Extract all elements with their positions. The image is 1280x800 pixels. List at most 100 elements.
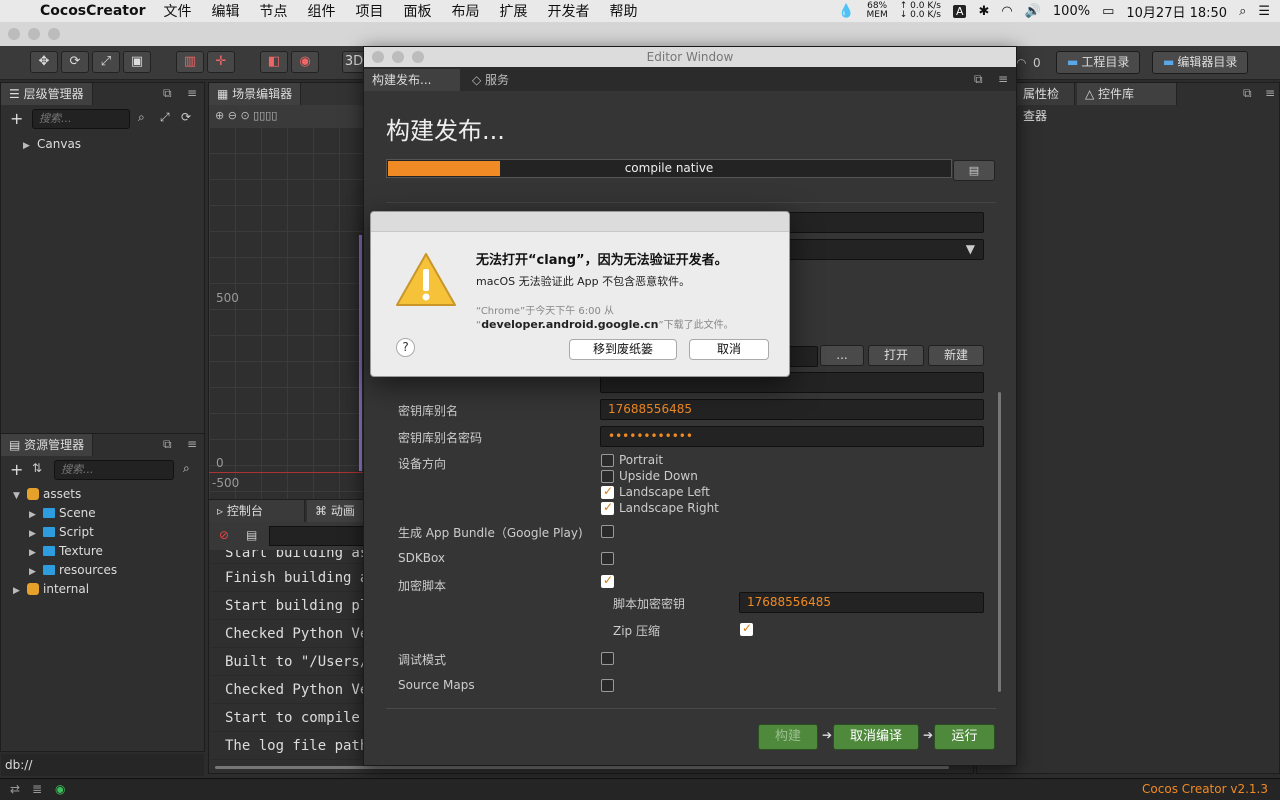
animation-tab[interactable]: ⌘ 动画编 xyxy=(307,500,367,540)
editor-dir-button[interactable]: ▬ 编辑器目录 xyxy=(1152,51,1249,74)
menu-layout[interactable]: 布局 xyxy=(451,1,479,21)
asset-folder-scene[interactable]: ▶ Scene xyxy=(29,504,96,523)
open-log-icon[interactable]: ▤ xyxy=(246,528,257,542)
project-dir-button[interactable]: ▬ 工程目录 xyxy=(1056,51,1141,74)
debug-checkbox[interactable] xyxy=(601,652,614,665)
pivot-local-icon[interactable]: ▥ xyxy=(176,51,204,73)
cancel-button[interactable]: 取消 xyxy=(689,339,769,360)
minimize-window-button[interactable] xyxy=(28,28,40,40)
menu-project[interactable]: 项目 xyxy=(355,1,383,21)
refresh-icon[interactable]: ⟳ xyxy=(181,110,191,124)
clear-console-icon[interactable]: ⊘ xyxy=(219,528,229,542)
widgets-tab[interactable]: △ 控件库 xyxy=(1077,83,1177,105)
landscape-left-checkbox[interactable] xyxy=(601,484,614,499)
scene-tab[interactable]: ▦ 场景编辑器 xyxy=(209,83,302,105)
close-window-button[interactable] xyxy=(372,51,384,63)
build-scrollbar[interactable] xyxy=(998,392,1001,692)
popout-icon[interactable]: ⧉ xyxy=(163,86,172,101)
clock[interactable]: 10月27日 18:50 xyxy=(1126,2,1227,21)
portrait-checkbox[interactable] xyxy=(601,454,614,467)
zoom-window-button[interactable] xyxy=(412,51,424,63)
expand-arrow-icon[interactable]: ▶ xyxy=(13,582,27,601)
browse-button[interactable]: ... xyxy=(820,345,864,366)
console-filter-input[interactable] xyxy=(269,526,369,546)
move-tool-icon[interactable]: ✥ xyxy=(30,51,58,73)
eye-icon[interactable]: ◉ xyxy=(55,782,65,796)
console-tab[interactable]: ▹ 控制台 xyxy=(209,500,305,522)
scene-viewport[interactable] xyxy=(209,127,369,503)
tab-build[interactable]: 构建发布... xyxy=(364,69,460,91)
close-window-button[interactable] xyxy=(8,28,20,40)
assets-tab[interactable]: ▤ 资源管理器 xyxy=(1,434,94,456)
encrypt-key-input[interactable]: 17688556485 xyxy=(739,592,984,613)
spotlight-search-icon[interactable]: ⌕ xyxy=(1239,4,1246,19)
encrypt-checkbox[interactable] xyxy=(601,573,614,588)
gizmo-icon[interactable]: ◉ xyxy=(291,51,319,73)
hierarchy-tab[interactable]: ☰ 层级管理器 xyxy=(1,83,93,105)
new-button[interactable]: 新建 xyxy=(928,345,984,366)
notification-center-icon[interactable]: ☰ xyxy=(1258,4,1270,19)
add-node-icon[interactable]: + xyxy=(10,109,23,128)
rect-tool-icon[interactable]: ▣ xyxy=(123,51,151,73)
console-scrollbar[interactable] xyxy=(215,766,949,769)
expand-arrow-icon[interactable]: ▼ xyxy=(13,487,27,506)
zoom-in-icon[interactable]: ⊕ xyxy=(215,109,224,122)
menu-file[interactable]: 文件 xyxy=(163,1,191,21)
assets-search-input[interactable]: 搜索... xyxy=(54,460,174,480)
popout-icon[interactable]: ⧉ xyxy=(974,72,983,87)
menu-component[interactable]: 组件 xyxy=(307,1,335,21)
expand-icon[interactable]: ⤢ xyxy=(160,110,170,125)
menu-help[interactable]: 帮助 xyxy=(609,1,637,21)
panel-menu-icon[interactable]: ≡ xyxy=(998,72,1008,86)
input-method-icon[interactable]: A xyxy=(952,4,967,18)
alias-input[interactable]: 17688556485 xyxy=(600,399,984,420)
sync-icon[interactable]: ⇄ xyxy=(10,782,20,796)
expand-arrow-icon[interactable]: ▶ xyxy=(23,137,37,156)
sourcemaps-checkbox[interactable] xyxy=(601,679,614,692)
network-indicator[interactable]: ↑ 0.0 K/s ↓ 0.0 K/s xyxy=(900,2,941,20)
asset-folder-texture[interactable]: ▶ Texture xyxy=(29,542,103,561)
scale-tool-icon[interactable]: ⤢ xyxy=(92,51,120,73)
inspector-tab[interactable]: 属性检查器 xyxy=(1015,83,1075,123)
popout-icon[interactable]: ⧉ xyxy=(163,437,172,452)
search-icon[interactable]: ⌕ xyxy=(183,461,190,476)
app-bundle-checkbox[interactable] xyxy=(601,525,614,538)
zoom-out-icon[interactable]: ⊖ xyxy=(228,109,237,122)
panel-menu-icon[interactable]: ≡ xyxy=(187,437,197,451)
rotate-tool-icon[interactable]: ⟳ xyxy=(61,51,89,73)
zip-checkbox[interactable] xyxy=(740,621,753,636)
battery-icon[interactable]: ▭ xyxy=(1102,4,1114,19)
minimize-window-button[interactable] xyxy=(392,51,404,63)
menu-developer[interactable]: 开发者 xyxy=(547,1,589,21)
open-button[interactable]: 打开 xyxy=(868,345,924,366)
menu-edit[interactable]: 编辑 xyxy=(211,1,239,21)
asset-folder-script[interactable]: ▶ Script xyxy=(29,523,94,542)
volume-icon[interactable]: 🔊 xyxy=(1025,4,1041,19)
panel-menu-icon[interactable]: ≡ xyxy=(1265,86,1275,100)
sdkbox-checkbox[interactable] xyxy=(601,552,614,565)
asset-db-assets[interactable]: ▼ assets xyxy=(13,485,81,504)
search-icon[interactable]: ⌕ xyxy=(138,110,145,125)
alias-password-input[interactable]: •••••••••••• xyxy=(600,426,984,447)
drop-icon[interactable]: 💧 xyxy=(838,4,854,19)
build-button[interactable]: 构建 xyxy=(758,724,818,750)
menu-app-name[interactable]: CocosCreator xyxy=(40,3,145,19)
landscape-right-checkbox[interactable] xyxy=(601,500,614,515)
battery-percent[interactable]: 100% xyxy=(1053,4,1090,19)
memory-indicator[interactable]: 68% MEM xyxy=(867,2,888,20)
snap-icon[interactable]: ◧ xyxy=(260,51,288,73)
tab-service[interactable]: ◇ 服务 xyxy=(464,69,517,91)
align-icon[interactable]: ▯▯▯▯ xyxy=(253,109,277,122)
zoom-window-button[interactable] xyxy=(48,28,60,40)
bluetooth-icon[interactable]: ✱ xyxy=(978,4,989,19)
menu-node[interactable]: 节点 xyxy=(259,1,287,21)
pivot-center-icon[interactable]: ✛ xyxy=(207,51,235,73)
database-icon[interactable]: ≣ xyxy=(32,782,42,796)
menu-panel[interactable]: 面板 xyxy=(403,1,431,21)
wifi-icon[interactable]: ◠ xyxy=(1001,4,1012,19)
cancel-compile-button[interactable]: 取消编译 xyxy=(833,724,919,750)
move-to-trash-button[interactable]: 移到废纸篓 xyxy=(569,339,677,360)
upside-down-checkbox[interactable] xyxy=(601,470,614,483)
popout-icon[interactable]: ⧉ xyxy=(1243,86,1252,101)
sort-icon[interactable]: ⇅ xyxy=(32,461,42,475)
